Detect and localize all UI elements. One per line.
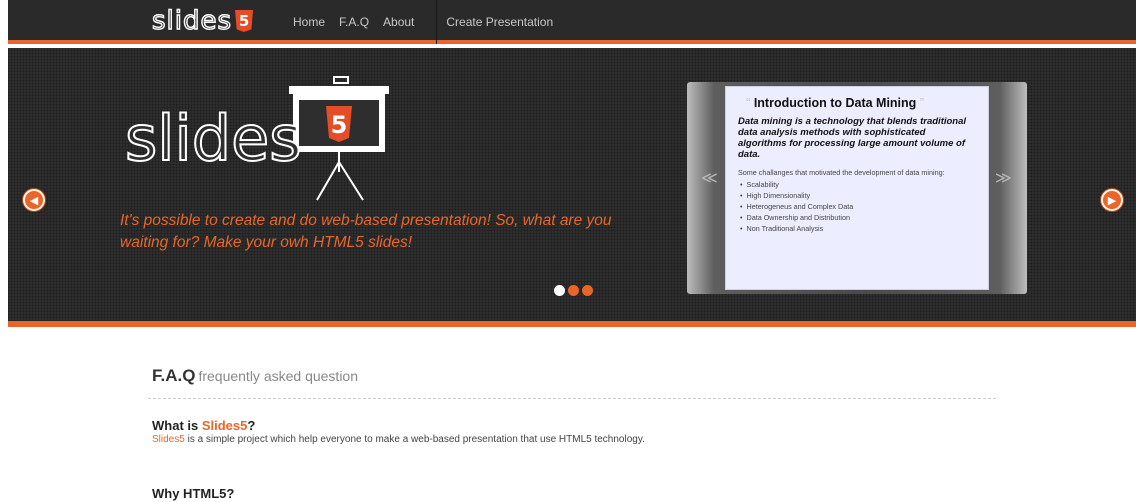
faq-question-1: What is Slides5? [152,418,256,433]
hero-tagline: It's possible to create and do web-based… [120,212,612,251]
hero-bottom-border [8,321,1136,327]
faq-divider [148,398,996,399]
brand-link[interactable]: Slides5 [152,434,185,445]
slides5-hero-logo: 5 slides [124,76,389,201]
list-item: High Dimensionality [740,190,976,201]
brand-name: Slides5 [201,418,248,433]
nav-home-link[interactable]: Home [293,15,325,29]
faq-heading: F.A.Q frequently asked question [152,366,359,385]
slide-intro: Some challanges that motivated the devel… [738,168,945,177]
list-item: Non Traditional Analysis [740,223,976,234]
site-logo[interactable]: slides 5 [151,5,254,37]
faq-question-2: Why HTML5? [152,486,235,501]
nav-divider [436,0,437,44]
slider-prev-button[interactable]: ◀ [23,189,45,211]
close-quote-icon: ” [919,95,925,110]
nav-create-presentation-link[interactable]: Create Presentation [446,15,553,29]
slider-pagination [554,285,596,296]
hero-logo-badge-text: 5 [331,111,348,139]
open-quote-icon: “ [746,95,751,110]
list-item: Data Ownership and Distribution [740,212,976,223]
main-nav: Home F.A.Q About Create Presentation [293,0,567,44]
arrow-left-icon: ◀ [29,194,39,207]
slide-title: “ Introduction to Data Mining ” [746,95,925,110]
slider-dot-3[interactable] [582,285,593,296]
top-navbar: slides 5 Home F.A.Q About Create Present… [8,0,1136,44]
list-item: Scalability [740,179,976,190]
preview-next-icon[interactable]: ≫ [995,168,1012,188]
faq-answer-1: Slides5 is a simple project which help e… [152,434,645,445]
slider-next-button[interactable]: ▶ [1101,189,1123,211]
slide-preview: “ Introduction to Data Mining ” Data min… [725,86,989,290]
hero-slider: ◀ 5 slides It's possible to create and d… [8,48,1136,321]
slider-dot-1[interactable] [554,285,565,296]
nav-about-link[interactable]: About [383,15,414,29]
slide-preview-frame: ≪ “ Introduction to Data Mining ” Data m… [687,82,1027,294]
faq-subtitle: frequently asked question [198,368,359,384]
list-item: Heterogeneus and Complex Data [740,201,976,212]
html5-badge-icon: 5 [235,10,254,32]
arrow-right-icon: ▶ [1107,194,1117,207]
slide-quote: Data mining is a technology that blends … [738,116,967,160]
nav-faq-link[interactable]: F.A.Q [339,15,369,29]
slide-bullet-list: Scalability High Dimensionality Heteroge… [740,179,976,234]
slider-dot-2[interactable] [568,285,579,296]
logo-text: slides [151,5,233,36]
preview-prev-icon[interactable]: ≪ [701,168,718,188]
hero-logo-text: slides [125,102,302,175]
